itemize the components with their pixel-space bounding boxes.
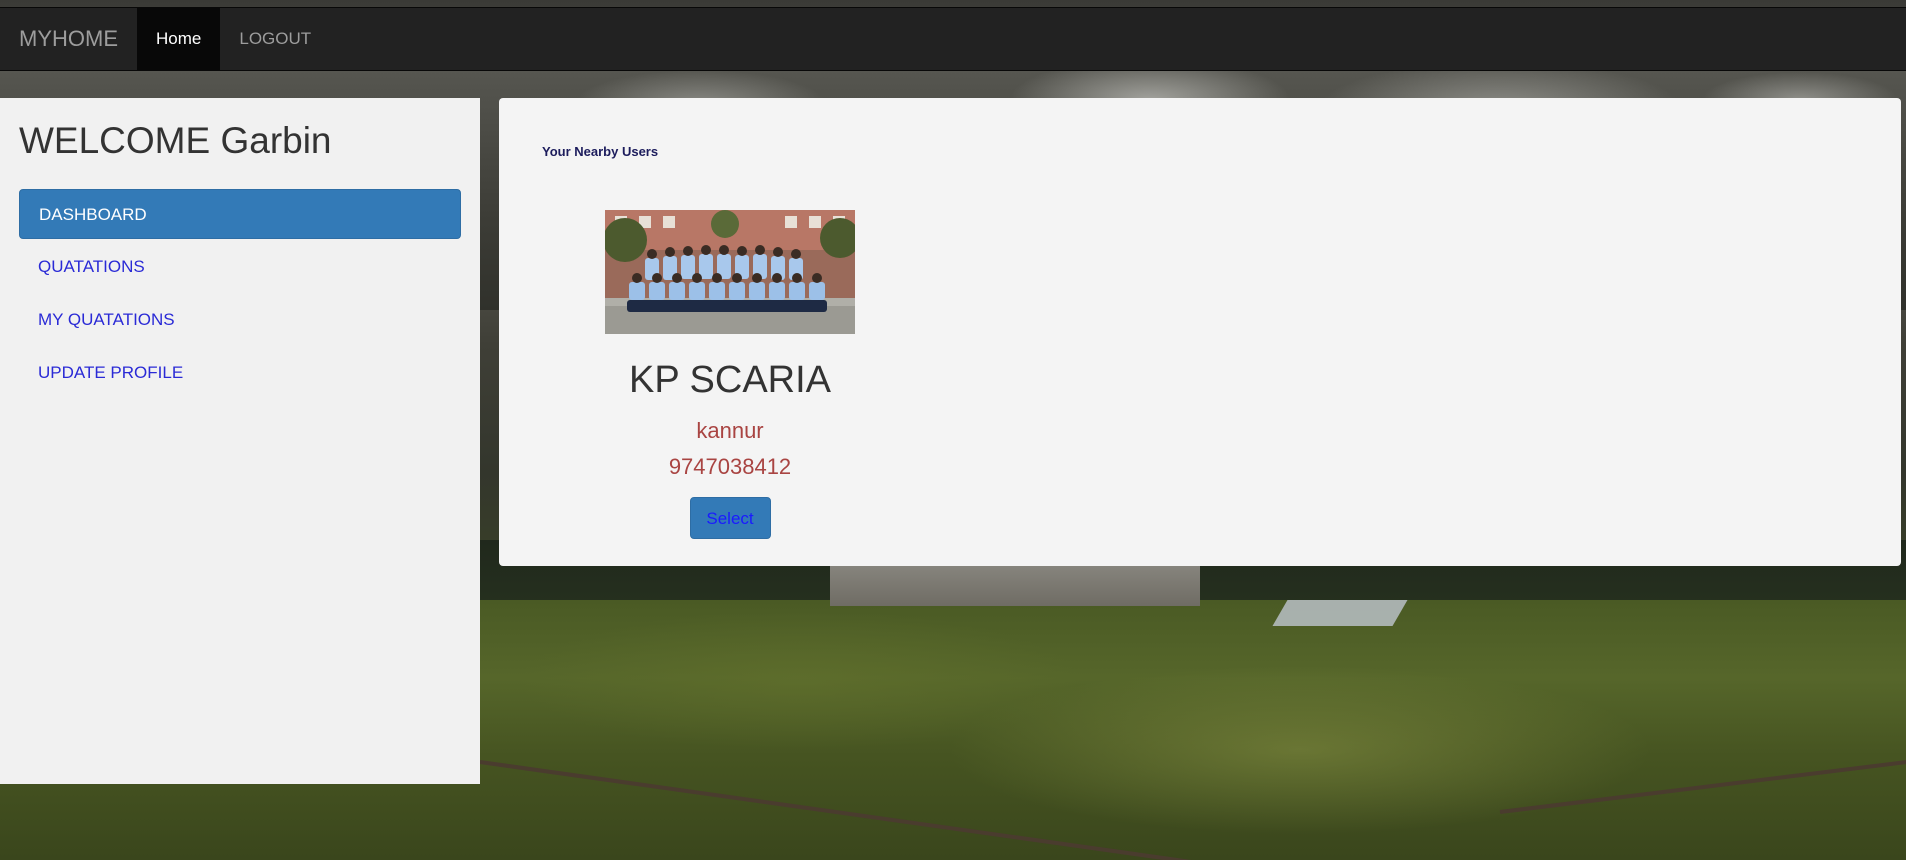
section-title: Your Nearby Users (542, 144, 659, 159)
sidebar: WELCOME Garbin DASHBOARD QUATATIONS MY Q… (0, 98, 480, 784)
sidebar-item-update-profile[interactable]: UPDATE PROFILE (19, 348, 461, 398)
background-roof (1272, 600, 1408, 626)
user-phone: 9747038412 (668, 454, 792, 479)
sidebar-item-my-quatations[interactable]: MY QUATATIONS (19, 295, 461, 345)
user-location: kannur (696, 418, 764, 443)
user-name: KP SCARIA (628, 359, 832, 401)
brand-link[interactable]: MYHOME (0, 8, 137, 70)
sidebar-item-quatations[interactable]: QUATATIONS (19, 242, 461, 292)
welcome-heading: WELCOME Garbin (19, 120, 332, 161)
main-panel: Your Nearby Users KP SCARIA kannur 97470… (499, 98, 1901, 566)
sidebar-item-dashboard[interactable]: DASHBOARD (19, 189, 461, 239)
select-user-button[interactable]: Select (689, 497, 771, 539)
top-navbar: MYHOME Home LOGOUT (0, 7, 1906, 71)
user-group-photo (605, 210, 855, 334)
nav-home-link[interactable]: Home (137, 8, 221, 70)
user-card: KP SCARIA kannur 9747038412 Select (605, 210, 855, 539)
nav-logout-link[interactable]: LOGOUT (220, 8, 330, 70)
